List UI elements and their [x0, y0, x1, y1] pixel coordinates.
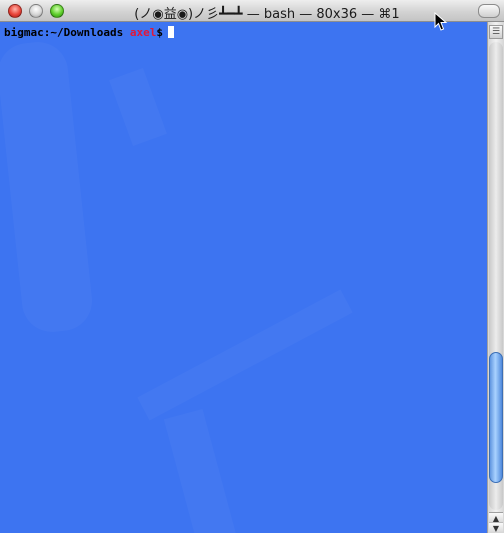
split-pane-icon[interactable]: ☰ [489, 25, 503, 39]
wallpaper-stroke [137, 290, 352, 421]
close-button[interactable] [8, 4, 22, 18]
scroll-thumb[interactable] [489, 352, 503, 483]
scroll-down-arrow[interactable]: ▼ [489, 522, 503, 533]
terminal-content[interactable]: bigmac:~/Downloads axel$ [0, 22, 487, 533]
vertical-scrollbar[interactable]: ☰ ▲ ▼ [487, 22, 504, 533]
prompt-host-path: bigmac:~/Downloads [4, 26, 130, 39]
wallpaper-stroke [109, 68, 167, 146]
title-bar[interactable]: (ノ◉益◉)ノ彡┻━┻ — bash — 80x36 — ⌘1 [0, 0, 504, 22]
window-title: (ノ◉益◉)ノ彡┻━┻ — bash — 80x36 — ⌘1 [134, 7, 400, 22]
mouse-pointer-icon [434, 12, 448, 31]
prompt-symbol: $ [156, 26, 163, 39]
prompt-user: axel [129, 26, 157, 39]
zoom-button[interactable] [50, 4, 64, 18]
terminal-window: (ノ◉益◉)ノ彡┻━┻ — bash — 80x36 — ⌘1 bigmac:~… [0, 0, 504, 533]
wallpaper-stroke [0, 39, 95, 335]
prompt-line: bigmac:~/Downloads axel$ [4, 26, 174, 39]
wallpaper-stroke [164, 409, 236, 533]
toolbar-toggle-button[interactable] [478, 4, 500, 18]
minimize-button[interactable] [29, 4, 43, 18]
text-cursor [167, 26, 174, 38]
